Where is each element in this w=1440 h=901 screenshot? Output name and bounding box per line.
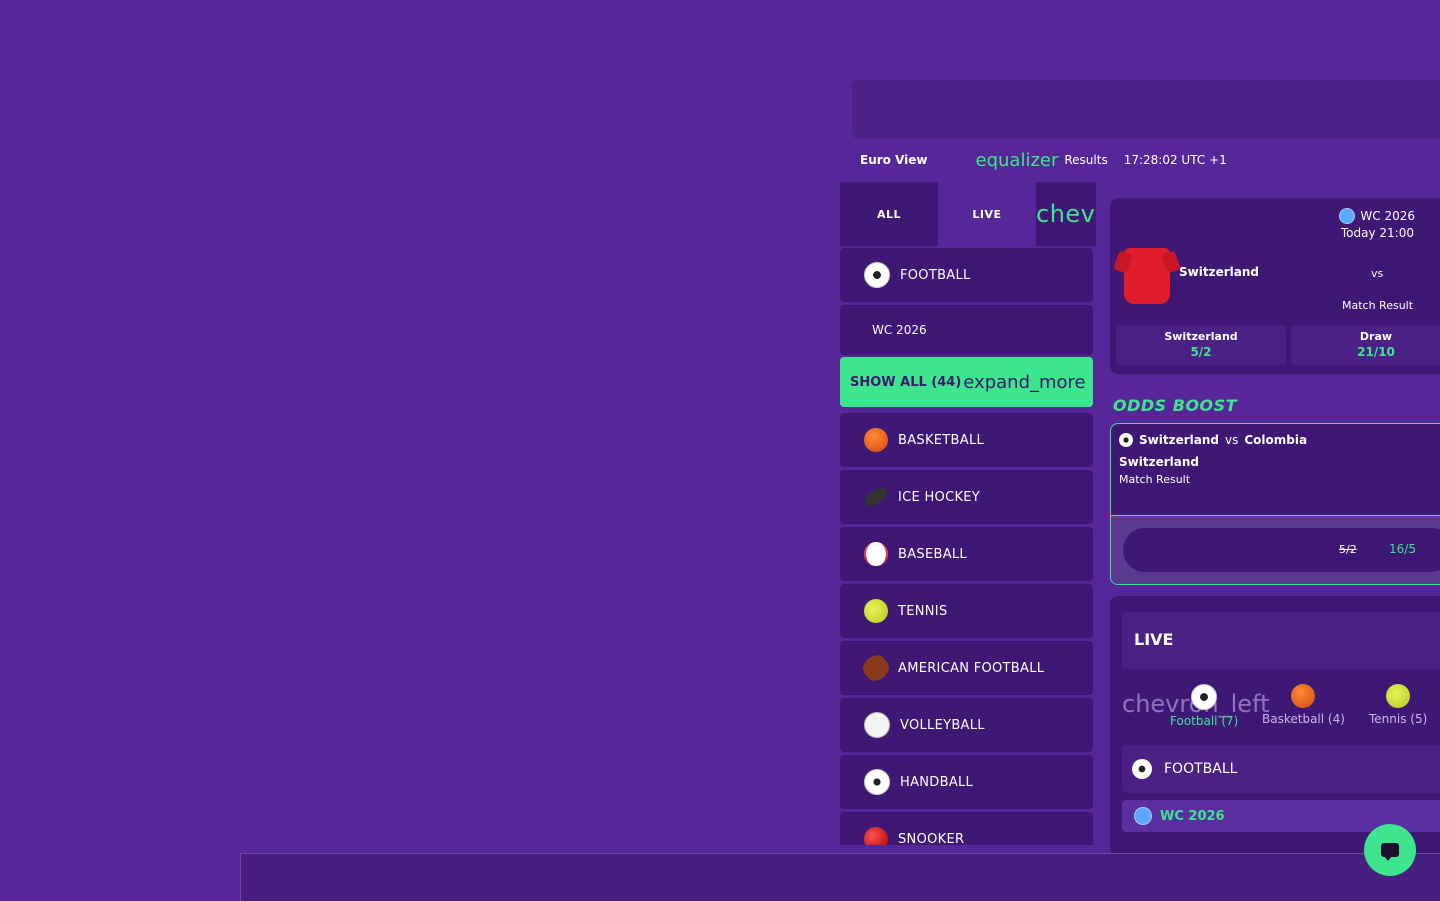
- toolbar: Euro View equalizer Results 17:28:02 UTC…: [852, 146, 1440, 174]
- football-icon: [1119, 433, 1133, 447]
- footer-bar: [240, 853, 1440, 901]
- top-banner: [852, 80, 1440, 139]
- team-shirt-icon: [1124, 248, 1170, 304]
- sidebar-item-american-football[interactable]: AMERICAN FOOTBALL: [840, 641, 1093, 695]
- wc-badge-icon: [1134, 807, 1152, 825]
- sidebar-item-label: HANDBALL: [900, 774, 974, 790]
- boost-old-price: 5/2: [1339, 543, 1357, 556]
- odds-button-switzerland[interactable]: Switzerland 5/2: [1116, 325, 1286, 365]
- market-label: Match Result: [1342, 299, 1414, 312]
- sidebar-item-label: BASEBALL: [898, 546, 967, 562]
- sidebar-item-ice-hockey[interactable]: ICE HOCKEY: [840, 470, 1093, 524]
- equalizer-icon[interactable]: equalizer: [976, 150, 1059, 171]
- live-sport-label: Tennis (5): [1369, 712, 1428, 726]
- clock: 17:28:02 UTC +1: [1123, 153, 1227, 167]
- sidebar-item-handball[interactable]: HANDBALL: [840, 755, 1093, 809]
- basketball-icon: [864, 428, 888, 452]
- show-all-label: SHOW ALL (44): [850, 374, 962, 390]
- sidebar-item-baseball[interactable]: BASEBALL: [840, 527, 1093, 581]
- featured-match-card[interactable]: WC 2026 Today 21:00 Switzerland vs Match…: [1110, 198, 1440, 374]
- sport-tabs: ALL LIVE chev: [840, 182, 1096, 246]
- volleyball-icon: [864, 712, 890, 738]
- sidebar-item-label: AMERICAN FOOTBALL: [898, 660, 1045, 676]
- football-icon: [864, 262, 890, 288]
- match-time: Today 21:00: [1340, 226, 1414, 240]
- boost-fixture: Switzerland vs Colombia: [1119, 433, 1307, 447]
- football-icon: [1132, 759, 1152, 779]
- sidebar-item-label: ICE HOCKEY: [898, 489, 981, 505]
- odds-boost-title: ODDS BOOST: [1113, 396, 1238, 415]
- sidebar-item-label: BASKETBALL: [898, 432, 985, 448]
- tab-live[interactable]: LIVE: [938, 182, 1036, 246]
- chat-button[interactable]: [1364, 824, 1416, 876]
- tennis-icon: [1386, 684, 1411, 708]
- live-competition-label: WC 2026: [1160, 808, 1225, 824]
- live-football-header[interactable]: FOOTBALL: [1122, 745, 1440, 793]
- live-football-label: FOOTBALL: [1164, 761, 1238, 777]
- expand-more-icon: expand_more: [963, 371, 1086, 393]
- odds-name: Switzerland: [1164, 330, 1238, 343]
- live-title: LIVE: [1134, 630, 1174, 649]
- odds-value: 21/10: [1357, 345, 1395, 359]
- american-football-icon: [859, 651, 893, 685]
- wc-badge-icon: [1339, 208, 1356, 224]
- odds-name: Draw: [1359, 330, 1393, 343]
- sidebar-item-label: FOOTBALL: [900, 267, 971, 283]
- show-all-button[interactable]: SHOW ALL (44) expand_more: [840, 357, 1093, 407]
- snooker-icon: [864, 827, 888, 845]
- sidebar-item-label: SNOOKER: [898, 831, 965, 846]
- live-header: LIVE: [1122, 612, 1440, 669]
- live-sport-tennis[interactable]: Tennis (5): [1369, 684, 1427, 726]
- sidebar-subitem-wc-2026[interactable]: WC 2026: [840, 305, 1093, 355]
- competition-name: WC 2026: [1360, 209, 1415, 223]
- basketball-icon: [1291, 684, 1316, 708]
- boost-price-area: 5/2 16/5: [1111, 515, 1440, 584]
- handball-icon: [864, 769, 890, 795]
- football-icon: [1191, 684, 1218, 710]
- team-name: Switzerland: [1179, 265, 1259, 279]
- odds-boost-card[interactable]: Switzerland vs Colombia Switzerland Matc…: [1110, 423, 1440, 585]
- vs-label: vs: [1371, 267, 1384, 280]
- sidebar-subitem-label: WC 2026: [872, 323, 927, 337]
- live-sport-football[interactable]: Football (7): [1170, 684, 1238, 728]
- chevron-icon[interactable]: chev: [1036, 182, 1096, 246]
- boost-home-team: Switzerland: [1139, 433, 1219, 447]
- odds-button-draw[interactable]: Draw 21/10: [1291, 325, 1440, 365]
- sidebar-item-basketball[interactable]: BASKETBALL: [840, 413, 1093, 467]
- odds-value: 5/2: [1190, 345, 1212, 359]
- sidebar-item-football[interactable]: FOOTBALL: [840, 248, 1093, 302]
- competition-label: WC 2026: [1339, 208, 1415, 224]
- live-sport-label: Football (7): [1170, 714, 1239, 728]
- ice-hockey-icon: [862, 484, 890, 510]
- sidebar-item-tennis[interactable]: TENNIS: [840, 584, 1093, 638]
- tennis-icon: [864, 599, 888, 623]
- boost-new-price: 16/5: [1389, 542, 1416, 556]
- sidebar-item-label: TENNIS: [898, 603, 948, 619]
- live-sport-basketball[interactable]: Basketball (4): [1262, 684, 1345, 726]
- boost-away-team: Colombia: [1244, 433, 1308, 447]
- live-panel: LIVE chevron_left Football (7) Basketbal…: [1110, 596, 1440, 856]
- baseball-icon: [864, 542, 888, 566]
- boost-vs: vs: [1224, 433, 1239, 447]
- euro-view-toggle[interactable]: Euro View: [856, 153, 928, 167]
- chat-icon: [1381, 843, 1399, 861]
- sidebar-item-volleyball[interactable]: VOLLEYBALL: [840, 698, 1093, 752]
- sidebar-item-snooker[interactable]: SNOOKER: [840, 812, 1093, 845]
- results-link[interactable]: Results: [1064, 153, 1107, 167]
- tab-all[interactable]: ALL: [840, 182, 938, 246]
- sidebar-item-label: VOLLEYBALL: [900, 717, 985, 733]
- euro-view-label: Euro View: [860, 153, 928, 167]
- sports-sidebar: FOOTBALL WC 2026 SHOW ALL (44) expand_mo…: [840, 248, 1093, 845]
- boost-market: Match Result: [1119, 473, 1191, 486]
- live-sport-label: Basketball (4): [1262, 712, 1345, 726]
- boost-selection: Switzerland: [1119, 455, 1199, 469]
